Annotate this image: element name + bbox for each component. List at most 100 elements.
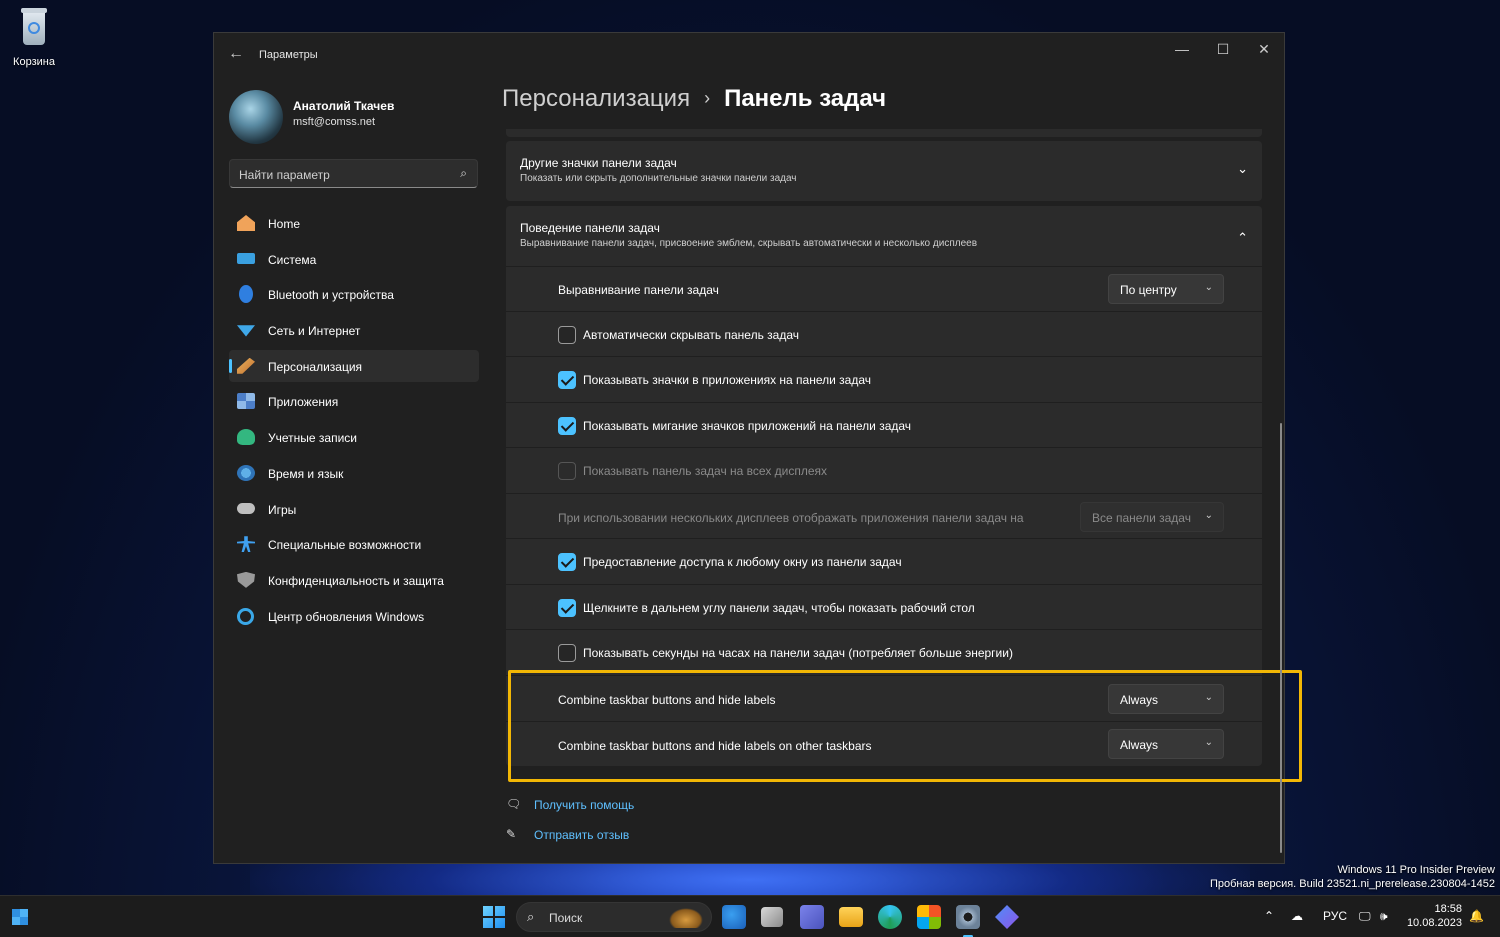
taskbar-behaviors-card[interactable]: Поведение панели задач Выравнивание пане… xyxy=(506,206,1262,266)
gaming-icon xyxy=(237,502,255,514)
settings-window: ← Параметры — ☐ ✕ Анатолий Ткачев msft@c… xyxy=(213,32,1302,864)
badges-label: Показывать значки в приложениях на панел… xyxy=(583,373,871,387)
close-button[interactable]: ✕ xyxy=(1249,41,1279,58)
card-subtitle: Показать или скрыть дополнительные значк… xyxy=(520,173,797,184)
chevron-down-icon[interactable]: ⌄ xyxy=(1237,161,1248,177)
user-profile[interactable]: Анатолий Ткачев msft@comss.net xyxy=(229,88,489,148)
volume-icon[interactable]: 🕪 xyxy=(1380,909,1388,924)
tray-overflow-chevron-icon[interactable]: ⌃ xyxy=(1264,909,1274,923)
get-help-label: Получить помощь xyxy=(534,798,635,812)
recycle-bin-icon xyxy=(19,8,49,46)
personalization-icon xyxy=(237,357,255,374)
badges-row[interactable]: Показывать значки в приложениях на панел… xyxy=(506,356,1262,402)
clock[interactable]: 18:58 10.08.2023 xyxy=(1400,902,1462,930)
minimize-button[interactable]: — xyxy=(1167,41,1197,57)
start-button-icon[interactable] xyxy=(483,906,505,928)
share-window-label: Предоставление доступа к любому окну из … xyxy=(583,555,902,569)
privacy-icon xyxy=(237,571,255,588)
autohide-row[interactable]: Автоматически скрывать панель задач xyxy=(506,311,1262,356)
autohide-checkbox[interactable] xyxy=(558,326,576,344)
task-view-icon[interactable] xyxy=(761,907,783,927)
sidebar-item-accessibility[interactable]: Специальные возможности xyxy=(229,528,479,560)
watermark-line-1: Windows 11 Pro Insider Preview xyxy=(1337,864,1495,876)
maximize-button[interactable]: ☐ xyxy=(1208,41,1238,58)
corner-desktop-label: Щелкните в дальнем углу панели задач, чт… xyxy=(583,601,975,615)
sidebar-item-label: Система xyxy=(268,252,317,267)
search-highlight-icon xyxy=(669,908,703,928)
alignment-dropdown[interactable]: По центру ⌄ xyxy=(1108,274,1224,304)
scrollbar[interactable] xyxy=(1280,423,1282,853)
accounts-icon xyxy=(237,429,255,446)
alignment-row: Выравнивание панели задач По центру ⌄ xyxy=(506,266,1262,311)
recycle-bin-label: Корзина xyxy=(13,56,55,68)
sidebar-item-bluetooth[interactable]: Bluetooth и устройства xyxy=(229,278,479,310)
seconds-row[interactable]: Показывать секунды на часах на панели за… xyxy=(506,629,1262,675)
seconds-checkbox[interactable] xyxy=(558,644,576,662)
sidebar-item-system[interactable]: Система xyxy=(229,243,479,275)
share-window-row[interactable]: Предоставление доступа к любому окну из … xyxy=(506,538,1262,584)
copilot-icon[interactable] xyxy=(995,905,1019,929)
onedrive-cloud-icon[interactable]: ☁ xyxy=(1291,909,1303,923)
sidebar-item-accounts[interactable]: Учетные записи xyxy=(229,421,479,453)
chevron-down-icon: ⌄ xyxy=(1204,510,1213,521)
dropdown-value: По центру xyxy=(1120,283,1177,297)
search-icon: ⌕ xyxy=(527,909,535,924)
windows-update-icon xyxy=(237,607,254,625)
avatar xyxy=(229,90,283,144)
sidebar-item-label: Специальные возможности xyxy=(268,538,422,553)
page-title: Панель задач xyxy=(724,85,887,112)
sidebar-item-personalization[interactable]: Персонализация xyxy=(229,349,479,382)
sidebar-item-label: Игры xyxy=(268,502,297,517)
sidebar-nav: Home Система Bluetooth и устройства Сеть… xyxy=(229,207,479,635)
language-indicator[interactable]: РУС xyxy=(1323,909,1347,923)
home-icon xyxy=(237,215,255,231)
flashing-row[interactable]: Показывать мигание значков приложений на… xyxy=(506,402,1262,447)
back-button[interactable]: ← xyxy=(228,45,244,63)
sidebar-item-network[interactable]: Сеть и Интернет xyxy=(229,314,479,346)
store-icon[interactable] xyxy=(917,905,941,929)
flashing-checkbox[interactable] xyxy=(558,417,576,435)
combine-other-dropdown[interactable]: Always ⌄ xyxy=(1108,729,1224,759)
share-window-checkbox[interactable] xyxy=(558,553,576,571)
app-title: Параметры xyxy=(259,49,318,61)
widgets-icon[interactable] xyxy=(10,907,30,927)
sidebar-item-label: Центр обновления Windows xyxy=(268,609,425,624)
file-explorer-icon[interactable] xyxy=(839,907,863,927)
sidebar-item-label: Сеть и Интернет xyxy=(268,324,361,339)
clock-date: 10.08.2023 xyxy=(1406,917,1462,929)
sidebar-item-gaming[interactable]: Игры xyxy=(229,493,479,525)
breadcrumb-parent[interactable]: Персонализация xyxy=(502,85,690,112)
network-tray-icon[interactable]: 🖵 xyxy=(1359,909,1371,924)
other-taskbar-icons-card[interactable]: Другие значки панели задач Показать или … xyxy=(506,141,1262,201)
sidebar-item-windows-update[interactable]: Центр обновления Windows xyxy=(229,600,479,632)
combine-label: Combine taskbar buttons and hide labels xyxy=(558,693,776,707)
settings-search-input[interactable]: Найти параметр ⌕ xyxy=(229,159,478,188)
dropdown-value: Все панели задач xyxy=(1092,511,1191,525)
taskbar: ⌕ Поиск ⌃ ☁ РУС 🖵 🕪 18:58 10.08.2023 🔔 xyxy=(0,895,1500,937)
settings-gear-icon[interactable] xyxy=(956,905,980,937)
system-icon xyxy=(237,252,255,264)
accessibility-icon xyxy=(237,536,255,553)
apps-icon xyxy=(237,393,255,410)
notification-icon[interactable]: 🔔 xyxy=(1469,909,1484,923)
sidebar-item-apps[interactable]: Приложения xyxy=(229,385,479,417)
chevron-down-icon: ⌄ xyxy=(1204,737,1213,748)
feedback-label: Отправить отзыв xyxy=(534,828,630,842)
search-placeholder: Найти параметр xyxy=(239,168,330,182)
taskbar-search-placeholder: Поиск xyxy=(549,911,583,925)
all-displays-row: Показывать панель задач на всех дисплеях xyxy=(506,447,1262,493)
recycle-bin-shortcut[interactable]: Корзина xyxy=(10,8,58,68)
edge-icon[interactable] xyxy=(878,905,902,929)
sidebar-item-time-language[interactable]: Время и язык xyxy=(229,457,479,489)
edge-beta-icon[interactable] xyxy=(722,905,746,929)
sidebar-item-privacy[interactable]: Конфиденциальность и защита xyxy=(229,564,479,596)
title-bar: ← Параметры — ☐ ✕ xyxy=(214,33,1284,77)
corner-desktop-row[interactable]: Щелкните в дальнем углу панели задач, чт… xyxy=(506,584,1262,629)
corner-desktop-checkbox[interactable] xyxy=(558,599,576,617)
sidebar-item-home[interactable]: Home xyxy=(229,207,479,239)
combine-dropdown[interactable]: Always ⌄ xyxy=(1108,684,1224,714)
chevron-up-icon[interactable]: ⌃ xyxy=(1237,230,1248,246)
taskbar-search-box[interactable]: ⌕ Поиск xyxy=(516,902,712,932)
badges-checkbox[interactable] xyxy=(558,371,576,389)
teams-icon[interactable] xyxy=(800,905,824,929)
